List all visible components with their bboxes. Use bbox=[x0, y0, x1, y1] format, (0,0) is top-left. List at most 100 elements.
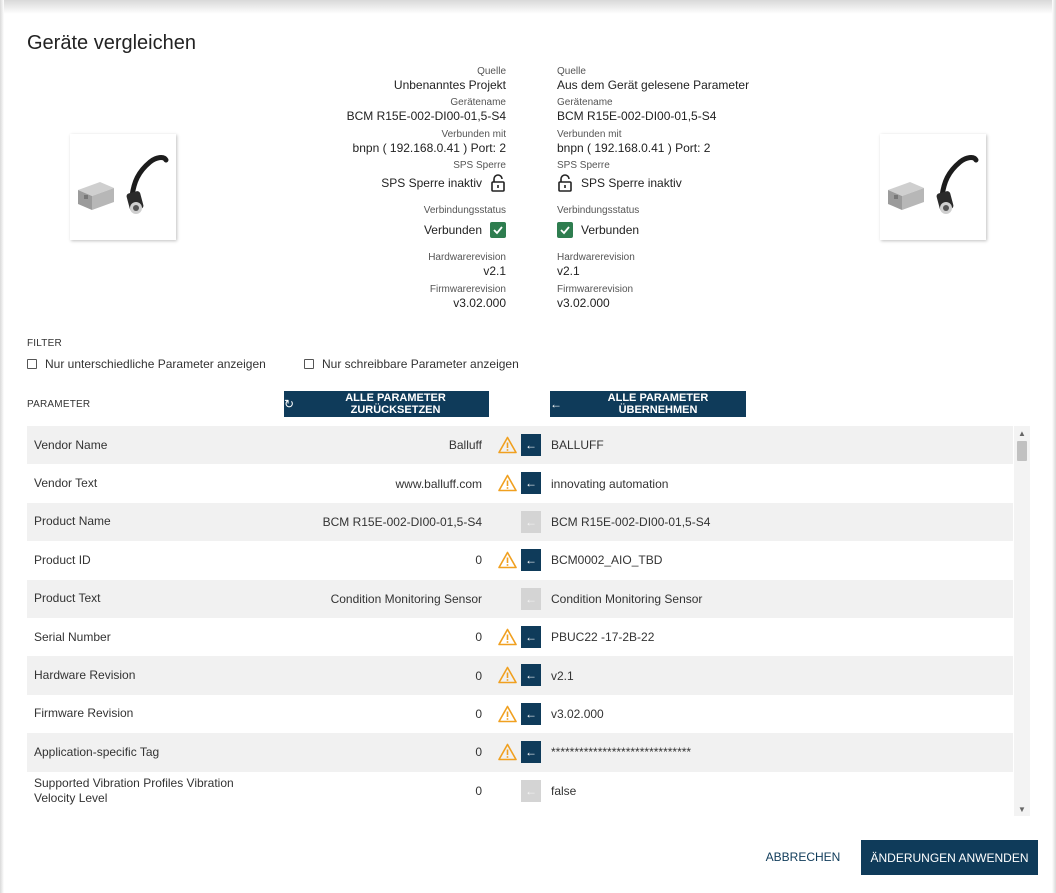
left-device-image bbox=[70, 134, 176, 240]
hardware-revision-label: Hardwarerevision bbox=[557, 252, 635, 264]
arrow-left-icon[interactable]: ← bbox=[521, 510, 541, 533]
connection-status-group: Verbindungsstatus Verbunden bbox=[557, 205, 749, 252]
parameter-project-value: Condition Monitoring Sensor bbox=[330, 591, 482, 606]
scroll-thumb[interactable] bbox=[1017, 441, 1027, 461]
arrow-left-icon[interactable]: ← bbox=[521, 702, 541, 725]
device-name-group: Gerätename BCM R15E-002-DI00-01,5-S4 bbox=[557, 97, 749, 128]
filter-heading: FILTER bbox=[27, 338, 62, 349]
parameter-device-value: v2.1 bbox=[551, 668, 574, 683]
dialog-edge-right bbox=[1052, 0, 1056, 893]
connected-value: bnpn ( 192.168.0.41 ) Port: 2 bbox=[557, 140, 711, 155]
lock-open-icon bbox=[557, 174, 573, 192]
filter-different-only[interactable]: Nur unterschiedliche Parameter anzeigen bbox=[27, 357, 266, 371]
refresh-icon: ↻ bbox=[284, 397, 295, 411]
connected-group: Verbunden mit bnpn ( 192.168.0.41 ) Port… bbox=[557, 129, 749, 160]
checkbox[interactable] bbox=[27, 359, 37, 369]
apply-changes-button[interactable]: ÄNDERUNGEN ANWENDEN bbox=[861, 840, 1038, 875]
reset-all-parameters-button[interactable]: ↻ ALLE PARAMETER ZURÜCKSETZEN bbox=[284, 391, 489, 417]
parameter-name: Vendor Name bbox=[34, 437, 108, 452]
parameter-project-value: BCM R15E-002-DI00-01,5-S4 bbox=[322, 514, 482, 529]
source-label: Quelle bbox=[477, 66, 506, 77]
parameter-name: Product Text bbox=[34, 591, 101, 606]
connection-status-label: Verbindungsstatus bbox=[423, 205, 506, 217]
parameter-device-value: PBUC22 -17-2B-22 bbox=[551, 630, 655, 645]
arrow-left-icon[interactable]: ← bbox=[521, 626, 541, 648]
arrow-left-icon[interactable]: ← bbox=[521, 741, 541, 764]
device-name-value: BCM R15E-002-DI00-01,5-S4 bbox=[557, 109, 717, 124]
parameter-heading: PARAMETER bbox=[27, 399, 91, 410]
arrow-left-icon[interactable]: ← bbox=[521, 472, 541, 495]
right-device-image bbox=[880, 134, 986, 240]
sps-row: SPS Sperre inaktiv bbox=[557, 172, 749, 194]
parameter-device-value: Condition Monitoring Sensor bbox=[551, 591, 703, 606]
left-device-info: Quelle Unbenanntes Projekt Gerätename BC… bbox=[347, 66, 506, 315]
connection-status-value: Verbunden bbox=[423, 223, 482, 238]
connection-status-group: Verbindungsstatus Verbunden bbox=[347, 205, 506, 252]
apply-all-label: ALLE PARAMETER ÜBERNEHMEN bbox=[607, 392, 709, 416]
firmware-revision-label: Firmwarerevision bbox=[429, 283, 506, 295]
warning-icon bbox=[498, 628, 517, 646]
parameter-project-value: Balluff bbox=[448, 438, 482, 453]
table-row: Firmware Revision 0 ← v3.02.000 bbox=[27, 695, 1013, 733]
warning-icon bbox=[498, 436, 517, 454]
firmware-revision-value: v3.02.000 bbox=[557, 295, 610, 310]
table-row: Vendor Text www.balluff.com ← innovating au… bbox=[27, 464, 1013, 502]
parameter-device-value: false bbox=[551, 783, 577, 798]
scroll-up-icon[interactable]: ▲ bbox=[1014, 426, 1030, 440]
reset-all-label: ALLE PARAMETER ZURÜCKSETZEN bbox=[345, 392, 446, 416]
firmware-revision-value: v3.02.000 bbox=[453, 295, 506, 310]
parameter-name: Hardware Revision bbox=[34, 668, 136, 683]
hardware-revision-value: v2.1 bbox=[483, 264, 506, 279]
arrow-left-icon[interactable]: ← bbox=[521, 779, 541, 802]
hardware-revision-group: Hardwarerevision v2.1 bbox=[347, 252, 506, 283]
table-row: Vendor Name Balluff ← BALLUFF bbox=[27, 426, 1013, 465]
table-row: Supported Vibration Profiles Vibration V… bbox=[27, 772, 1013, 810]
connection-status-row: Verbunden bbox=[347, 217, 506, 243]
arrow-left-icon[interactable]: ← bbox=[521, 587, 541, 610]
warning-icon bbox=[498, 474, 517, 492]
checkbox-checked-icon bbox=[490, 222, 506, 239]
scroll-down-icon[interactable]: ▼ bbox=[1014, 802, 1030, 816]
apply-changes-label: ÄNDERUNGEN ANWENDEN bbox=[870, 850, 1029, 865]
sps-group: SPS Sperre SPS Sperre inaktiv bbox=[557, 160, 749, 205]
warning-icon bbox=[498, 743, 517, 761]
parameter-name: Product Name bbox=[34, 514, 111, 529]
dialog-edge-left bbox=[0, 0, 4, 893]
connected-group: Verbunden mit bnpn ( 192.168.0.41 ) Port… bbox=[347, 129, 506, 160]
connected-label: Verbunden mit bbox=[441, 128, 507, 140]
arrow-left-icon[interactable]: ← bbox=[521, 664, 541, 687]
parameter-project-value: 0 bbox=[475, 783, 482, 798]
arrow-left-icon[interactable]: ← bbox=[521, 549, 541, 572]
device-name-label: Gerätename bbox=[557, 97, 613, 109]
checkbox[interactable] bbox=[304, 359, 314, 369]
sps-value: SPS Sperre inaktiv bbox=[381, 176, 482, 191]
connection-status-row: Verbunden bbox=[557, 217, 749, 243]
connected-label: Verbunden mit bbox=[557, 128, 622, 140]
parameter-project-value: 0 bbox=[475, 553, 482, 568]
parameter-device-value: ****************************** bbox=[551, 745, 692, 760]
connection-status-label: Verbindungsstatus bbox=[557, 205, 640, 217]
apply-all-parameters-button[interactable]: ← ALLE PARAMETER ÜBERNEHMEN bbox=[550, 391, 746, 417]
parameter-name: Product ID bbox=[34, 552, 91, 567]
source-group: Quelle Unbenanntes Projekt bbox=[347, 66, 506, 97]
parameter-name: Supported Vibration Profiles Vibration V… bbox=[34, 775, 234, 805]
arrow-left-icon[interactable]: ← bbox=[521, 434, 541, 456]
table-scrollbar[interactable]: ▲ ▼ bbox=[1014, 426, 1030, 816]
filter-different-label: Nur unterschiedliche Parameter anzeigen bbox=[45, 357, 266, 371]
parameter-table: Vendor Name Balluff ← BALLUFF Vendor Text www… bbox=[27, 426, 1030, 816]
sensor-device-icon bbox=[888, 155, 979, 214]
sps-label: SPS Sperre bbox=[453, 160, 506, 172]
table-row: Product Name BCM R15E-002-DI00-01,5-S4 ← BC… bbox=[27, 502, 1013, 542]
arrow-left-icon: ← bbox=[550, 397, 562, 411]
parameter-device-value: BALLUFF bbox=[551, 438, 604, 453]
cancel-button[interactable]: ABBRECHEN bbox=[758, 842, 848, 872]
filter-writable-only[interactable]: Nur schreibbare Parameter anzeigen bbox=[304, 357, 519, 371]
parameter-project-value: 0 bbox=[475, 668, 482, 683]
parameter-project-value: www.balluff.com bbox=[395, 476, 482, 491]
checkbox-checked-icon bbox=[557, 222, 573, 239]
connected-value: bnpn ( 192.168.0.41 ) Port: 2 bbox=[352, 140, 506, 155]
parameter-project-value: 0 bbox=[475, 706, 482, 721]
source-value: Unbenanntes Projekt bbox=[393, 78, 506, 92]
source-label: Quelle bbox=[557, 66, 586, 77]
source-group: Quelle Aus dem Gerät gelesene Parameter bbox=[557, 66, 749, 97]
